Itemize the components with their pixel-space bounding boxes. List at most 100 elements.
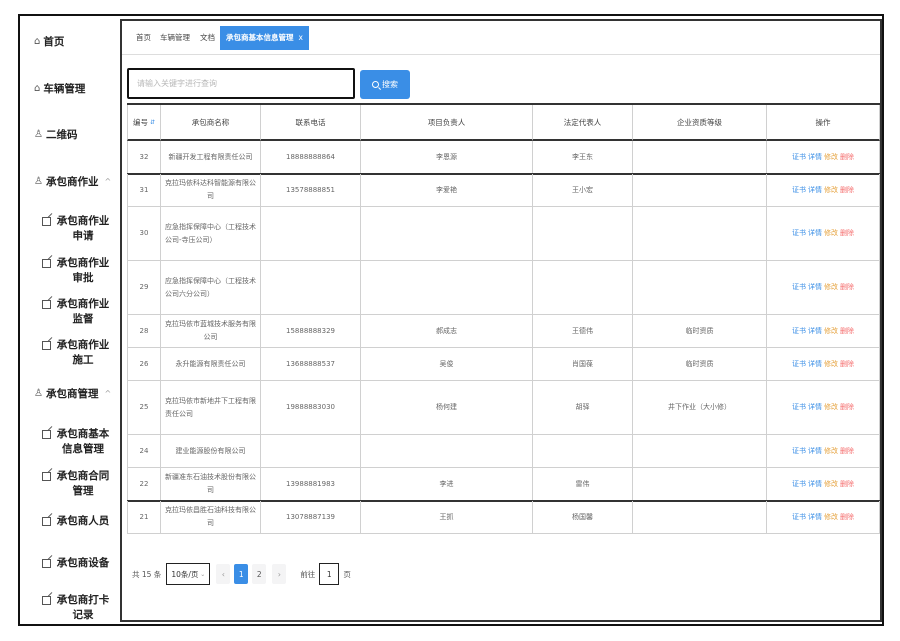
cert-link[interactable]: 证书 — [792, 281, 806, 294]
total-count: 共 15 条 — [132, 569, 162, 579]
delete-link[interactable]: 删除 — [840, 511, 854, 524]
edit-link[interactable]: 修改 — [824, 401, 838, 414]
detail-link[interactable]: 详情 — [808, 478, 822, 491]
cell-col-level: 井下作业（大小修） — [633, 381, 767, 435]
detail-link[interactable]: 详情 — [808, 401, 822, 414]
sidebar-item-work-approve[interactable]: 承包商作业审批 — [42, 256, 118, 286]
cert-link[interactable]: 证书 — [792, 227, 806, 240]
header-label: 项目负责人 — [427, 117, 466, 127]
close-icon[interactable]: x — [299, 33, 303, 42]
cert-link[interactable]: 证书 — [792, 151, 806, 164]
header-label: 承包商名称 — [191, 117, 230, 127]
cell-col-name: 克拉玛依市蓝城技术服务有限公司 — [161, 315, 261, 348]
delete-link[interactable]: 删除 — [840, 151, 854, 164]
edit-link[interactable]: 修改 — [824, 358, 838, 371]
edit-link[interactable]: 修改 — [824, 325, 838, 338]
cell-col-level: 临时资质 — [633, 348, 767, 381]
delete-link[interactable]: 删除 — [840, 358, 854, 371]
edit-link[interactable]: 修改 — [824, 281, 838, 294]
sidebar-item-equipment[interactable]: 承包商设备 — [42, 556, 118, 571]
detail-link[interactable]: 详情 — [808, 445, 822, 458]
cell-col-level — [633, 501, 767, 534]
cell-col-level — [633, 435, 767, 468]
sidebar-item-basic-info[interactable]: 承包商基本信息管理 — [42, 427, 118, 457]
edit-link[interactable]: 修改 — [824, 151, 838, 164]
cert-link[interactable]: 证书 — [792, 325, 806, 338]
sidebar-group-mgmt[interactable]: ♙ 承包商管理 ^ — [34, 386, 111, 401]
delete-link[interactable]: 删除 — [840, 445, 854, 458]
sidebar-item-qrcode[interactable]: ♙ 二维码 — [34, 127, 77, 142]
cert-link[interactable]: 证书 — [792, 358, 806, 371]
cell-col-name: 应急指挥保障中心（工程技术公司-寺压公司） — [161, 207, 261, 261]
sidebar-item-work-apply[interactable]: 承包商作业申请 — [42, 214, 118, 244]
detail-link[interactable]: 详情 — [808, 281, 822, 294]
delete-link[interactable]: 删除 — [840, 401, 854, 414]
cert-link[interactable]: 证书 — [792, 511, 806, 524]
tab-home[interactable]: 首页 — [136, 32, 151, 43]
sidebar-item-work-construct[interactable]: 承包商作业施工 — [42, 338, 118, 368]
cell-col-legal: 雷伟 — [533, 468, 633, 501]
user-icon: ♙ — [34, 176, 43, 187]
cell-ops: 证书 详情 修改 删除 — [767, 174, 880, 207]
prev-page-button[interactable]: ‹ — [216, 564, 231, 584]
sort-icon[interactable]: ⇵ — [150, 116, 155, 129]
delete-link[interactable]: 删除 — [840, 325, 854, 338]
cell-col-level — [633, 207, 767, 261]
search-input[interactable] — [127, 68, 355, 99]
cert-link[interactable]: 证书 — [792, 401, 806, 414]
cell-col-name: 克拉玛依市新地井下工程有限责任公司 — [161, 381, 261, 435]
detail-link[interactable]: 详情 — [808, 184, 822, 197]
tab-docs[interactable]: 文档 — [200, 32, 215, 43]
edit-icon — [42, 300, 51, 309]
tab-basic-info[interactable]: 承包商基本信息管理 x — [220, 26, 309, 50]
header-col-id[interactable]: 编号 ⇵ — [127, 105, 161, 141]
cell-col-level — [633, 468, 767, 501]
edit-link[interactable]: 修改 — [824, 511, 838, 524]
edit-link[interactable]: 修改 — [824, 445, 838, 458]
sidebar-item-work-supervise[interactable]: 承包商作业监督 — [42, 297, 118, 327]
search-button[interactable]: 搜索 — [360, 70, 410, 99]
sidebar-item-checkin[interactable]: 承包商打卡记录 — [42, 593, 118, 623]
edit-icon — [42, 259, 51, 268]
delete-link[interactable]: 删除 — [840, 281, 854, 294]
search-icon — [372, 81, 379, 88]
cell-col-name: 克拉玛依昌胜石油科技有限公司 — [161, 501, 261, 534]
page-1[interactable]: 1 — [234, 564, 249, 584]
detail-link[interactable]: 详情 — [808, 151, 822, 164]
cert-link[interactable]: 证书 — [792, 184, 806, 197]
sidebar-item-vehicle[interactable]: ⌂ 车辆管理 — [34, 81, 85, 96]
sidebar-group-work[interactable]: ♙ 承包商作业 ^ — [34, 174, 111, 189]
cell-col-name: 克拉玛依科达科智能源有限公司 — [161, 174, 261, 207]
delete-link[interactable]: 删除 — [840, 184, 854, 197]
edit-link[interactable]: 修改 — [824, 227, 838, 240]
detail-link[interactable]: 详情 — [808, 227, 822, 240]
cell-col-level: 临时资质 — [633, 315, 767, 348]
cert-link[interactable]: 证书 — [792, 445, 806, 458]
page-size-select[interactable]: 10条/页 ⌄ — [166, 563, 211, 585]
detail-link[interactable]: 详情 — [808, 325, 822, 338]
edit-link[interactable]: 修改 — [824, 184, 838, 197]
delete-link[interactable]: 删除 — [840, 227, 854, 240]
detail-link[interactable]: 详情 — [808, 358, 822, 371]
cell-col-id: 32 — [127, 141, 161, 174]
detail-link[interactable]: 详情 — [808, 511, 822, 524]
edit-icon — [42, 517, 51, 526]
cell-col-manager — [361, 261, 533, 315]
cell-col-manager: 李爱艳 — [361, 174, 533, 207]
goto-page-input[interactable]: 1 — [319, 563, 340, 585]
cell-col-phone: 13078887139 — [261, 501, 361, 534]
sidebar-item-home[interactable]: ⌂ 首页 — [34, 34, 64, 49]
delete-link[interactable]: 删除 — [840, 478, 854, 491]
next-page-button[interactable]: › — [272, 564, 287, 584]
cell-col-id: 21 — [127, 501, 161, 534]
page-2[interactable]: 2 — [252, 564, 267, 584]
app-frame: ⌂ 首页 ⌂ 车辆管理 ♙ 二维码 ♙ 承包商作业 ^ 承包商作业申请 承包商作… — [18, 14, 884, 626]
sidebar: ⌂ 首页 ⌂ 车辆管理 ♙ 二维码 ♙ 承包商作业 ^ 承包商作业申请 承包商作… — [20, 16, 120, 624]
cell-col-id: 29 — [127, 261, 161, 315]
sidebar-item-contract[interactable]: 承包商合同管理 — [42, 469, 118, 499]
header-label: 操作 — [815, 117, 831, 127]
tab-vehicle[interactable]: 车辆管理 — [160, 32, 190, 43]
edit-link[interactable]: 修改 — [824, 478, 838, 491]
sidebar-item-personnel[interactable]: 承包商人员 — [42, 514, 118, 529]
cert-link[interactable]: 证书 — [792, 478, 806, 491]
